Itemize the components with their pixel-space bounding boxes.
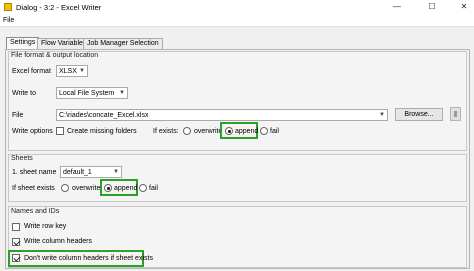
- if-exists-overwrite-radio[interactable]: [183, 127, 191, 135]
- file-icon-shape: [454, 111, 457, 117]
- title-bar: Dialog - 3:2 - Excel Writer — ☐ ✕: [0, 0, 474, 14]
- write-to-label: Write to: [12, 90, 36, 97]
- write-row-key-label: Write row key: [24, 223, 67, 230]
- file-format-group-title: File format & output location: [11, 52, 99, 59]
- file-path-value: C:\riades\concate_Excel.xlsx: [59, 112, 149, 119]
- if-sheet-exists-label: If sheet exists: [12, 185, 55, 192]
- chevron-down-icon[interactable]: ▼: [379, 111, 385, 120]
- sheets-group: [8, 154, 467, 202]
- write-options-label: Write options: [12, 128, 53, 135]
- if-exists-fail-radio[interactable]: [260, 127, 268, 135]
- sheet-overwrite-radio[interactable]: [61, 184, 69, 192]
- sheet-name-value: default_1: [63, 169, 92, 176]
- write-to-select[interactable]: Local File System ▼: [56, 87, 128, 99]
- file-system-icon[interactable]: [450, 107, 461, 121]
- minimize-icon[interactable]: —: [391, 2, 403, 12]
- file-label: File: [12, 112, 24, 119]
- sheet-fail-radio[interactable]: [139, 184, 147, 192]
- write-row-key-checkbox[interactable]: [12, 223, 20, 231]
- browse-button[interactable]: Browse...: [395, 108, 443, 121]
- create-missing-folders-checkbox[interactable]: [56, 127, 64, 135]
- menu-bar: File: [0, 14, 474, 27]
- excel-format-value: XLSX: [59, 68, 77, 75]
- if-exists-fail-label: fail: [270, 128, 279, 135]
- chevron-down-icon: ▼: [119, 90, 125, 96]
- excel-format-select[interactable]: XLSX ▼: [56, 65, 88, 77]
- file-path-input[interactable]: C:\riades\concate_Excel.xlsx ▼: [56, 109, 388, 121]
- excel-format-label: Excel format: [12, 68, 51, 75]
- sheets-group-title: Sheets: [11, 155, 33, 162]
- create-missing-folders-label: Create missing folders: [67, 128, 137, 135]
- chevron-down-icon: ▼: [113, 169, 119, 175]
- names-ids-group-title: Names and IDs: [11, 208, 60, 215]
- sheet-fail-label: fail: [149, 185, 158, 192]
- sheet-name-select[interactable]: default_1 ▼: [60, 166, 122, 178]
- write-to-value: Local File System: [59, 90, 115, 97]
- sheet-name-label: 1. sheet name: [12, 169, 57, 176]
- sheet-append-radio[interactable]: [104, 184, 112, 192]
- write-column-headers-label: Write column headers: [24, 238, 92, 245]
- sheet-append-label: append: [114, 185, 138, 192]
- if-exists-append-label: append: [235, 128, 259, 135]
- dont-write-headers-checkbox[interactable]: [12, 254, 20, 262]
- if-exists-overwrite-label: overwrite: [194, 128, 223, 135]
- tab-job-manager-selection[interactable]: Job Manager Selection: [83, 38, 163, 49]
- chevron-down-icon: ▼: [79, 68, 85, 74]
- maximize-icon[interactable]: ☐: [426, 2, 438, 12]
- tab-settings[interactable]: Settings: [6, 37, 40, 49]
- if-exists-append-radio[interactable]: [225, 127, 233, 135]
- app-icon: [4, 3, 12, 11]
- write-column-headers-checkbox[interactable]: [12, 238, 20, 246]
- close-icon[interactable]: ✕: [458, 2, 470, 12]
- menu-file[interactable]: File: [3, 17, 14, 24]
- window-title: Dialog - 3:2 - Excel Writer: [16, 3, 102, 12]
- sheet-overwrite-label: overwrite: [72, 185, 101, 192]
- if-exists-label: If exists:: [153, 128, 179, 135]
- dont-write-headers-label: Don't write column headers if sheet exis…: [24, 255, 153, 262]
